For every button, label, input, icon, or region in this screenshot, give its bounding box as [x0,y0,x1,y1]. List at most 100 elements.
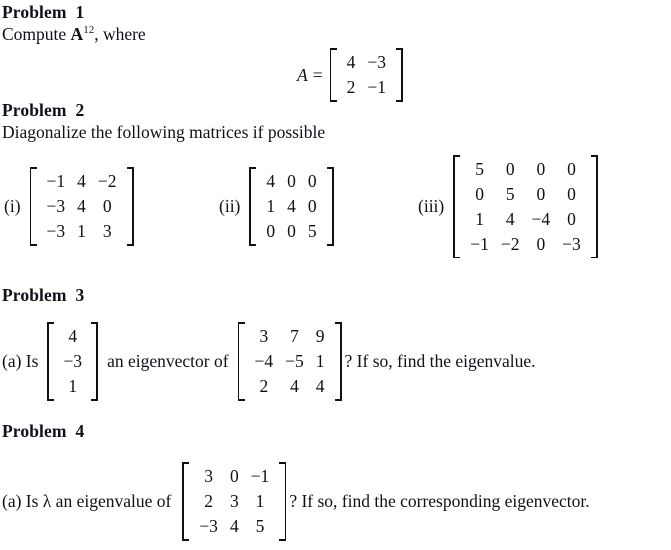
matrix-cell: −3 [46,195,66,216]
problem-3-part-label: (a) Is [2,350,39,371]
matrix-cell: 5 [307,220,317,241]
problem-2-matrix-ii-grid: 400140005 [256,167,326,246]
matrix-cell: −3 [46,220,66,241]
problem-3-heading: Problem 3 [2,285,85,305]
problem-1-exponent: 12 [83,24,95,37]
matrix-cell: −5 [285,350,304,371]
bracket-left-icon [29,167,37,246]
matrix-cell: 0 [536,183,546,204]
problem-3-vector-grid: 4 −3 1 [54,322,91,401]
matrix-cell: 5 [255,515,265,536]
matrix-cell: 2 [204,490,213,511]
problem-1-prompt-suffix: , where [94,24,146,44]
matrix-cell: −4 [531,208,551,229]
matrix-cell: 3 [229,490,239,511]
matrix-cell: −1 [46,171,66,191]
bracket-right-icon [126,167,134,246]
bracket-left-icon [182,462,190,541]
problem-1-matrix-symbol: A [70,24,84,44]
matrix-cell: 4 [287,195,296,216]
matrix-cell: 0 [287,171,296,191]
matrix-cell: 5 [505,183,515,204]
problem-4-tail-text: ? If so, find the corresponding eigenvec… [289,490,590,511]
bracket-right-icon [279,462,287,541]
problem-3-matrix-grid: 3 7 9 −4 −5 1 2 4 4 [245,322,335,401]
matrix-cell: 0 [475,183,484,204]
problem-2-item-ii: (ii) 400140005 [219,167,334,246]
matrix-cell: 0 [266,220,276,241]
matrix-cell: −3 [367,52,386,72]
matrix-cell: 4 [229,515,239,536]
matrix-cell: 4 [77,171,86,191]
problem-2-matrix-iii-grid: 5 0 0 0 0 5 0 0 1 4 −4 0 −1 −2 0 −3 [460,155,591,258]
matrix-cell: 0 [567,208,576,229]
matrix-cell: 3 [102,220,112,241]
problem-4-matrix: 3 0 −1 2 3 1 −3 4 5 [182,462,287,541]
matrix-cell: 0 [229,466,239,486]
matrix-cell: 4 [290,375,299,396]
matrix-cell: −2 [97,171,117,191]
matrix-cell: 2 [259,375,269,396]
matrix-cell: 4 [505,208,515,229]
problem-2-item-i-label: (i) [4,195,21,216]
bracket-left-icon [249,167,257,246]
problem-2-prompt: Diagonalize the following matrices if po… [2,122,326,142]
matrix-cell: 0 [536,233,546,254]
matrix-cell: 0 [307,195,317,216]
problem-4-part-a: (a) Is λ an eigenvalue of 3 0 −1 2 3 1 −3 4 5 ? … [2,462,590,541]
matrix-cell: −1 [250,466,270,486]
bracket-left-icon [237,322,245,401]
problem-1-matrix: 4 −3 2 −1 [329,48,403,102]
matrix-cell: 1 [266,195,276,216]
matrix-cell: 0 [567,159,576,179]
matrix-cell: 5 [475,159,484,179]
problem-4-heading: Problem 4 [2,421,85,441]
problem-1-prompt-prefix: Compute [2,24,71,44]
matrix-cell: 0 [287,220,296,241]
matrix-cell: 3 [259,326,269,346]
matrix-cell: 4 [77,195,86,216]
matrix-cell: 0 [505,159,515,179]
bracket-right-icon [590,155,598,259]
matrix-cell: −3 [562,233,581,254]
matrix-cell: 0 [307,171,317,191]
problem-1-matrix-grid: 4 −3 2 −1 [337,48,396,102]
matrix-cell: 0 [536,159,546,179]
problem-1-prompt: Compute A12, where [2,24,146,45]
matrix-cell: 1 [315,350,325,371]
problem-4-part-label: (a) Is λ an eigenvalue of [2,490,172,511]
problem-2-item-iii-label: (iii) [418,196,445,217]
matrix-cell: 4 [266,171,276,191]
matrix-cell: −4 [254,350,274,371]
problem-3-matrix: 3 7 9 −4 −5 1 2 4 4 [237,322,342,401]
problem-3-part-a: (a) Is 4 −3 1 an eigenvector of 3 7 9 −4 −5 1 2 4… [2,322,536,401]
problem-2-item-iii: (iii) 5 0 0 0 0 5 0 0 1 4 −4 0 −1 −2 0 −3 [418,155,598,259]
problem-2-item-ii-label: (ii) [219,195,241,216]
bracket-right-icon [395,48,403,102]
bracket-left-icon [47,322,55,401]
bracket-left-icon [453,155,461,259]
matrix-cell: 4 [315,375,325,396]
matrix-cell: −2 [500,233,520,254]
bracket-right-icon [91,322,99,401]
matrix-cell: −3 [63,350,83,371]
problem-1-heading: Problem 1 [2,2,85,22]
matrix-cell: 1 [475,208,484,229]
matrix-cell: 1 [255,490,265,511]
matrix-cell: 2 [346,76,356,97]
matrix-cell: −1 [470,233,489,254]
matrix-cell: 0 [567,183,576,204]
matrix-cell: −3 [199,515,218,536]
matrix-cell: 0 [102,195,112,216]
matrix-cell: 9 [315,326,325,346]
problem-1-equation-lhs: A [297,64,308,85]
problem-4-matrix-grid: 3 0 −1 2 3 1 −3 4 5 [189,462,279,541]
problem-3-tail-text: ? If so, find the eigenvalue. [344,350,536,371]
problem-2-matrix-iii: 5 0 0 0 0 5 0 0 1 4 −4 0 −1 −2 0 −3 [453,155,598,259]
matrix-cell: −1 [367,76,386,97]
matrix-cell: 7 [290,326,299,346]
problem-2-heading: Problem 2 [2,100,85,120]
problem-1-equation: A = 4 −3 2 −1 [297,48,403,102]
bracket-left-icon [329,48,337,102]
matrix-cell: 1 [68,375,78,396]
